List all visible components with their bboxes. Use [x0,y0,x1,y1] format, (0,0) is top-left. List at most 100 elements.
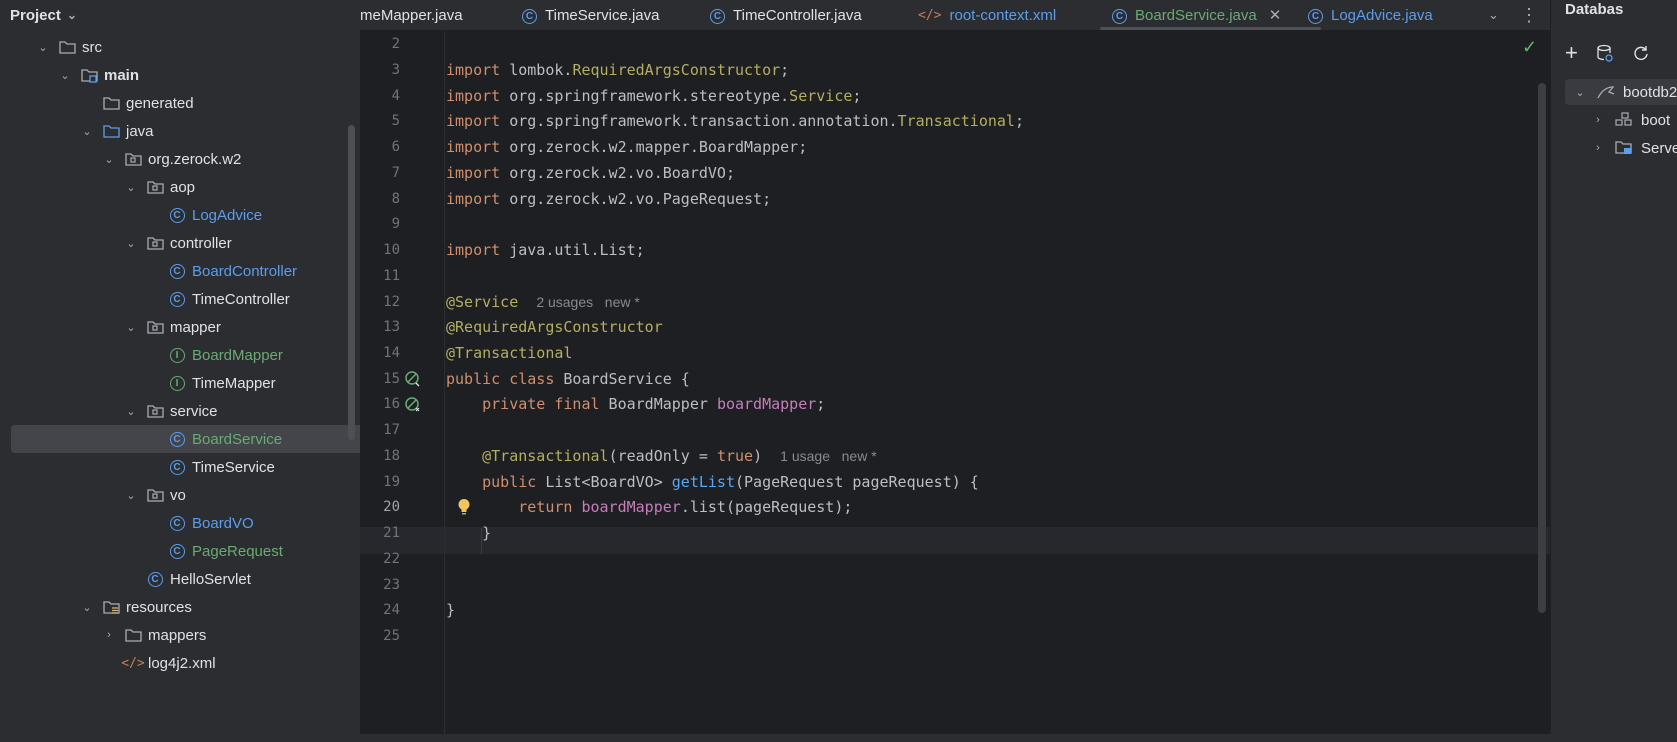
tree-item-pagerequest[interactable]: C PageRequest [0,537,360,565]
usage-hint[interactable]: 1 usage new * [780,448,877,464]
code-line-5: import org.springframework.transaction.a… [446,112,1024,130]
tree-item-service[interactable]: ⌄ service [0,397,360,425]
db-item-label: Serve [1641,139,1677,157]
line-number: 23 [383,577,400,593]
class-icon: C [168,207,186,223]
chevron-down-icon[interactable]: ⌄ [1573,86,1587,99]
line-number: 5 [391,113,400,129]
package-icon [146,235,164,251]
class-icon: C [168,543,186,559]
tree-item-package-root[interactable]: ⌄ org.zerock.w2 [0,145,360,173]
tree-item-logadvice[interactable]: C LogAdvice [0,201,360,229]
line-number: 10 [383,242,400,258]
project-panel-header[interactable]: Project ⌄ [0,0,360,30]
schema-icon [1615,112,1632,126]
tree-item-controller[interactable]: ⌄ controller [0,229,360,257]
tree-item-log4j2[interactable]: </> log4j2.xml [0,649,360,677]
chevron-down-icon[interactable]: ⌄ [36,41,50,54]
tree-item-timecontroller[interactable]: C TimeController [0,285,360,313]
tab-root-context[interactable]: </> root-context.xml [918,0,1056,30]
code-line-6: import org.zerock.w2.mapper.BoardMapper; [446,138,808,156]
chevron-right-icon[interactable]: › [1591,142,1605,154]
tree-item-mapper[interactable]: ⌄ mapper [0,313,360,341]
db-item-bootdb2[interactable]: ⌄ bootdb2 [1565,79,1677,105]
editor-scrollbar[interactable] [1538,83,1546,613]
class-icon: C [146,571,164,587]
chevron-down-icon[interactable]: ⌄ [124,321,138,334]
tree-item-timeservice[interactable]: C TimeService [0,453,360,481]
tab-timecontroller[interactable]: C TimeController.java [710,0,862,30]
tree-item-java[interactable]: ⌄ java [0,117,360,145]
chevron-down-icon[interactable]: ⌄ [1488,0,1499,30]
database-toolbar: + [1565,40,1650,66]
tree-item-resources[interactable]: ⌄ resources [0,593,360,621]
tree-item-boardmapper[interactable]: I BoardMapper [0,341,360,369]
class-icon: C [168,263,186,279]
lightbulb-icon[interactable] [457,498,471,516]
chevron-down-icon[interactable]: ⌄ [124,405,138,418]
class-icon: C [522,6,537,24]
line-number: 9 [391,216,400,232]
close-icon[interactable]: ✕ [1269,6,1282,24]
tree-item-label: service [170,402,218,420]
chevron-down-icon[interactable]: ⌄ [124,181,138,194]
inspection-ok-icon[interactable]: ✓ [1522,37,1537,58]
package-icon [146,487,164,503]
tree-item-src[interactable]: ⌄ src [0,33,360,61]
tab-timemapper[interactable]: meMapper.java [360,0,463,30]
status-bar [0,734,1677,742]
code-line-16: private final BoardMapper boardMapper; [482,395,826,413]
tree-item-boardservice[interactable]: C BoardService [11,425,360,453]
folder-icon [58,39,76,55]
chevron-right-icon[interactable]: › [1591,114,1605,126]
interface-icon: I [168,375,186,391]
chevron-down-icon[interactable]: ⌄ [124,237,138,250]
tree-item-boardvo[interactable]: C BoardVO [0,509,360,537]
project-scrollbar[interactable] [348,125,355,440]
chevron-down-icon[interactable]: ⌄ [58,69,72,82]
editor-tab-bar: meMapper.java C TimeService.java C TimeC… [360,0,1550,31]
add-icon[interactable]: + [1565,40,1578,66]
datasource-properties-icon[interactable] [1596,44,1614,62]
usage-hint[interactable]: 2 usages new * [536,294,640,310]
tree-item-label: TimeMapper [192,374,276,392]
tree-item-generated[interactable]: generated [0,89,360,117]
chevron-down-icon[interactable]: ⌄ [124,489,138,502]
chevron-down-icon[interactable]: ⌄ [80,601,94,614]
more-options-icon[interactable]: ⋮ [1520,0,1538,30]
spring-bean-icon[interactable] [404,370,422,388]
package-icon [146,319,164,335]
source-folder-icon [102,123,120,139]
code-line-12: @Service 2 usages new * [446,293,640,311]
line-number: 24 [383,602,400,618]
code-line-13: @RequiredArgsConstructor [446,318,663,336]
refresh-icon[interactable] [1632,44,1650,62]
chevron-down-icon[interactable]: ⌄ [67,8,77,22]
line-number-current: 20 [383,499,400,515]
tree-item-mappers[interactable]: › mappers [0,621,360,649]
tab-logadvice[interactable]: C LogAdvice.java [1308,0,1433,30]
spring-autowired-icon[interactable] [404,396,422,414]
tree-item-aop[interactable]: ⌄ aop [0,173,360,201]
db-item-server-objects[interactable]: › Serve [1591,135,1677,161]
tree-item-main[interactable]: ⌄ main [0,61,360,89]
code-editor[interactable]: 2 3 4 5 6 7 8 9 10 11 12 13 14 15 16 17 … [360,31,1550,742]
tree-item-boardcontroller[interactable]: C BoardController [0,257,360,285]
tree-item-vo[interactable]: ⌄ vo [0,481,360,509]
line-number: 25 [383,628,400,644]
tree-item-label: mapper [170,318,221,336]
db-item-label: bootdb2 [1623,83,1677,101]
package-icon [124,151,142,167]
tree-item-timemapper[interactable]: I TimeMapper [0,369,360,397]
line-number: 6 [391,139,400,155]
db-item-schema[interactable]: › boot [1591,107,1670,133]
db-item-label: boot [1641,111,1671,129]
chevron-down-icon[interactable]: ⌄ [102,153,116,166]
editor-gutter: 2 3 4 5 6 7 8 9 10 11 12 13 14 15 16 17 … [360,31,445,742]
line-number: 2 [391,36,400,52]
chevron-right-icon[interactable]: › [102,629,116,641]
tab-timeservice[interactable]: C TimeService.java [522,0,659,30]
tree-item-helloservlet[interactable]: C HelloServlet [0,565,360,593]
tab-boardservice[interactable]: C BoardService.java ✕ [1099,0,1322,30]
chevron-down-icon[interactable]: ⌄ [80,125,94,138]
